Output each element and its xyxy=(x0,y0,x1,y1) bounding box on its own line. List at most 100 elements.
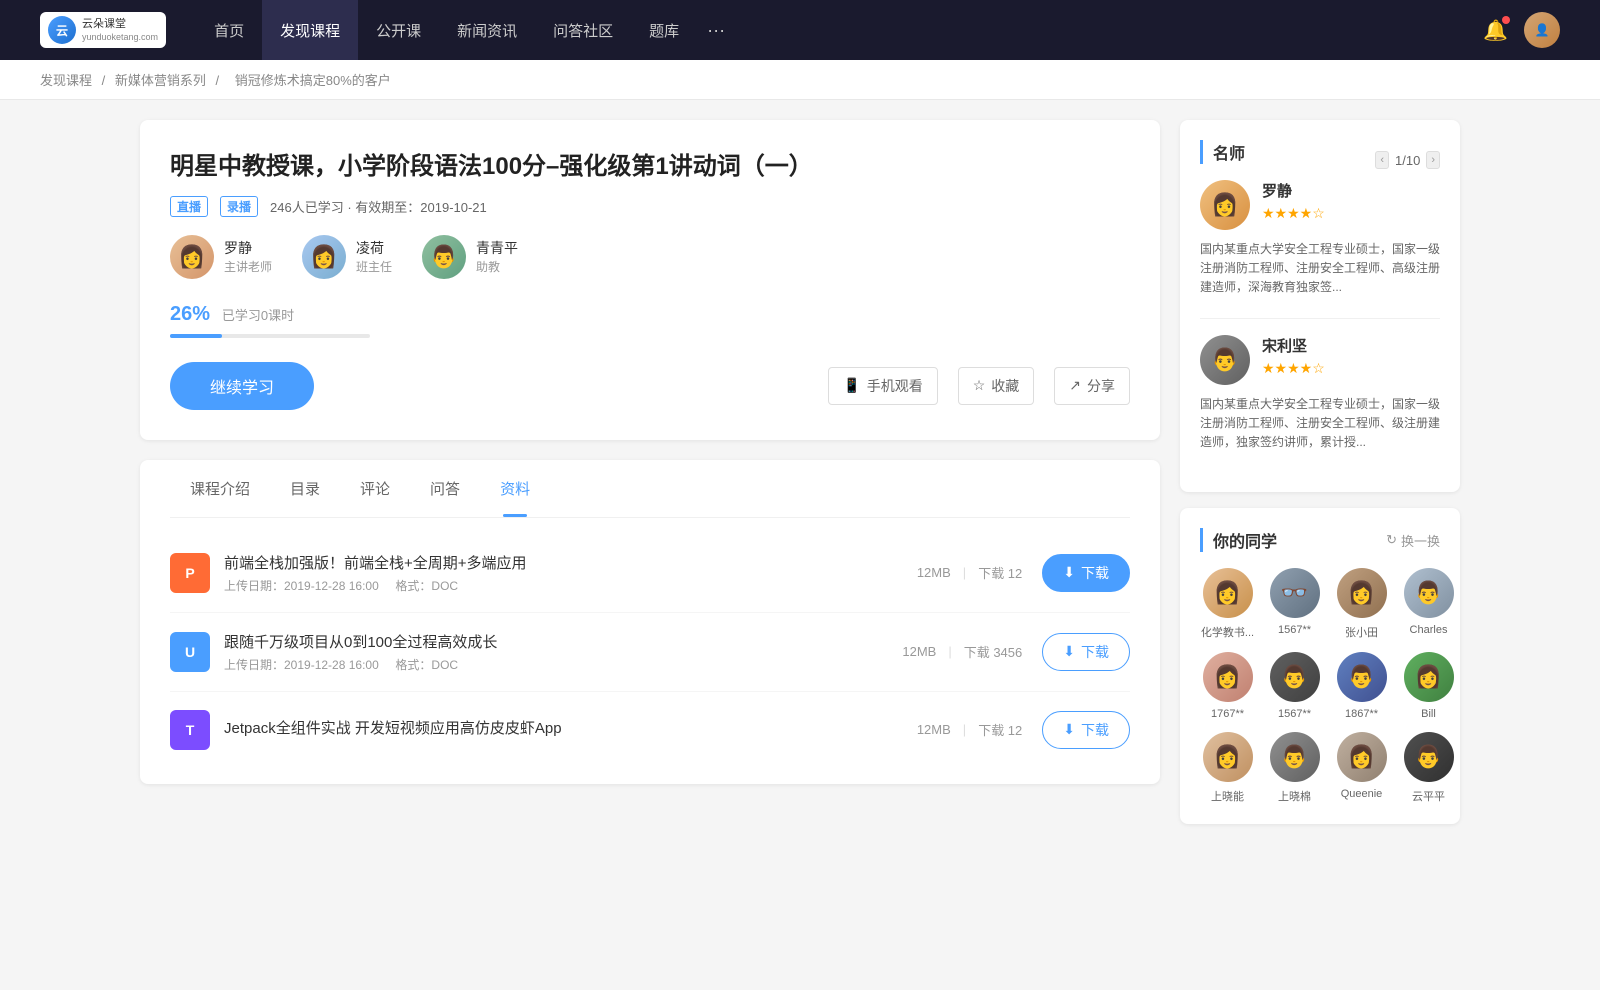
classmate-name-1: 化学教书... xyxy=(1200,624,1255,640)
phone-watch-button[interactable]: 📱 手机观看 xyxy=(828,367,937,405)
tp-name-2: 宋利坚 xyxy=(1262,335,1325,356)
classmate-10[interactable]: 👨 上晓棉 xyxy=(1267,732,1322,804)
navbar: 云 云朵课堂 yunduoketang.com 首页 发现课程 公开课 新闻资讯… xyxy=(0,0,1600,60)
classmate-face-8: 👩 xyxy=(1404,652,1454,702)
classmate-avatar-7: 👨 xyxy=(1337,652,1387,702)
tp-details-1: 罗静 ★★★★☆ xyxy=(1262,180,1325,222)
teachers-title-text: 名师 xyxy=(1213,140,1245,164)
nav-questions[interactable]: 题库 xyxy=(631,0,697,60)
user-avatar-nav[interactable]: 👤 xyxy=(1524,12,1560,48)
classmate-1[interactable]: 👩 化学教书... xyxy=(1200,568,1255,640)
phone-watch-label: 手机观看 xyxy=(867,376,923,396)
classmate-name-11: Queenie xyxy=(1334,788,1389,800)
classmate-2[interactable]: 👓 1567** xyxy=(1267,568,1322,640)
classmate-avatar-1: 👩 xyxy=(1203,568,1253,618)
resource-stats-3: 12MB | 下载 12 xyxy=(917,720,1022,739)
classmate-9[interactable]: 👩 上晓能 xyxy=(1200,732,1255,804)
format-2: 格式：DOC xyxy=(395,658,458,672)
classmate-name-7: 1867** xyxy=(1334,708,1389,720)
resource-info-3: Jetpack全组件实战 开发短视频应用高仿皮皮虾App xyxy=(224,717,917,742)
tab-qa[interactable]: 问答 xyxy=(410,460,480,517)
nav-more[interactable]: ··· xyxy=(697,20,735,41)
progress-percent: 26% xyxy=(170,303,210,325)
tab-catalog[interactable]: 目录 xyxy=(270,460,340,517)
classmate-avatar-10: 👨 xyxy=(1270,732,1320,782)
classmate-4[interactable]: 👨 Charles xyxy=(1401,568,1456,640)
logo-area[interactable]: 云 云朵课堂 yunduoketang.com xyxy=(40,12,166,48)
download-button-1[interactable]: ⬇ 下载 xyxy=(1042,554,1130,592)
teacher-profile-1: 👩 罗静 ★★★★☆ 国内某重点大学安全工程专业硕士，国家一级注册消防工程师、注… xyxy=(1200,180,1440,298)
teachers-sidebar-card: 名师 ‹ 1/10 › 👩 罗静 ★ xyxy=(1180,120,1460,492)
classmate-avatar-5: 👩 xyxy=(1203,652,1253,702)
classmate-name-8: Bill xyxy=(1401,708,1456,720)
refresh-button[interactable]: ↻ 换一换 xyxy=(1386,531,1440,550)
resource-stats-2: 12MB | 下载 3456 xyxy=(902,642,1022,661)
classmate-8[interactable]: 👩 Bill xyxy=(1401,652,1456,720)
upload-date-1: 上传日期：2019-12-28 16:00 xyxy=(224,579,379,593)
breadcrumb-series[interactable]: 新媒体营销系列 xyxy=(115,73,206,88)
classmate-avatar-3: 👩 xyxy=(1337,568,1387,618)
tab-intro[interactable]: 课程介绍 xyxy=(170,460,270,517)
classmates-grid: 👩 化学教书... 👓 1567** 👩 张小田 xyxy=(1200,568,1440,804)
nav-open[interactable]: 公开课 xyxy=(358,0,439,60)
classmate-6[interactable]: 👨 1567** xyxy=(1267,652,1322,720)
classmate-3[interactable]: 👩 张小田 xyxy=(1334,568,1389,640)
classmate-face-4: 👨 xyxy=(1404,568,1454,618)
classmate-avatar-4: 👨 xyxy=(1404,568,1454,618)
teacher-divider xyxy=(1200,318,1440,319)
tp-avatar-1: 👩 xyxy=(1200,180,1250,230)
badge-live: 直播 xyxy=(170,196,208,217)
teacher-profile-header-1: 👩 罗静 ★★★★☆ xyxy=(1200,180,1440,230)
classmates-card: 你的同学 ↻ 换一换 👩 化学教书... 👓 1567** xyxy=(1180,508,1460,824)
classmate-face-9: 👩 xyxy=(1203,732,1253,782)
breadcrumb: 发现课程 / 新媒体营销系列 / 销冠修炼术搞定80%的客户 xyxy=(0,60,1600,100)
tab-resource[interactable]: 资料 xyxy=(480,460,550,517)
classmate-name-3: 张小田 xyxy=(1334,624,1389,640)
classmate-face-6: 👨 xyxy=(1270,652,1320,702)
content-left: 明星中教授课，小学阶段语法100分–强化级第1讲动词（一） 直播 录播 246人… xyxy=(140,120,1160,840)
teacher-role-1: 主讲老师 xyxy=(224,258,272,275)
size-3: 12MB xyxy=(917,722,951,737)
classmate-avatar-12: 👨 xyxy=(1404,732,1454,782)
teacher-2: 👩 凌荷 班主任 xyxy=(302,235,392,279)
classmate-5[interactable]: 👩 1767** xyxy=(1200,652,1255,720)
tp-face-1: 👩 xyxy=(1200,180,1250,230)
classmate-face-12: 👨 xyxy=(1404,732,1454,782)
tp-name-1: 罗静 xyxy=(1262,180,1325,201)
teachers-pagination: ‹ 1/10 › xyxy=(1375,151,1440,169)
logo-box: 云 云朵课堂 yunduoketang.com xyxy=(40,12,166,48)
resource-info-1: 前端全栈加强版！前端全栈+全周期+多端应用 上传日期：2019-12-28 16… xyxy=(224,552,917,594)
breadcrumb-discover[interactable]: 发现课程 xyxy=(40,73,92,88)
teachers-prev-btn[interactable]: ‹ xyxy=(1375,151,1389,169)
bell-icon[interactable]: 🔔 xyxy=(1483,18,1508,43)
classmate-face-2: 👓 xyxy=(1270,568,1320,618)
teacher-1: 👩 罗静 主讲老师 xyxy=(170,235,272,279)
classmate-11[interactable]: 👩 Queenie xyxy=(1334,732,1389,804)
teacher-face-2: 👩 xyxy=(302,235,346,279)
teacher-avatar-1: 👩 xyxy=(170,235,214,279)
progress-bar-fill xyxy=(170,334,222,338)
action-buttons: 📱 手机观看 ☆ 收藏 ↗ 分享 xyxy=(828,367,1130,405)
resource-icon-2: U xyxy=(170,632,210,672)
classmate-12[interactable]: 👨 云平平 xyxy=(1401,732,1456,804)
tp-stars-1: ★★★★☆ xyxy=(1262,205,1325,222)
classmate-name-6: 1567** xyxy=(1267,708,1322,720)
nav-discover[interactable]: 发现课程 xyxy=(262,0,358,60)
nav-home[interactable]: 首页 xyxy=(196,0,262,60)
continue-button[interactable]: 继续学习 xyxy=(170,362,314,410)
collect-button[interactable]: ☆ 收藏 xyxy=(958,367,1035,405)
download-button-3[interactable]: ⬇ 下载 xyxy=(1042,711,1130,749)
teachers-next-btn[interactable]: › xyxy=(1426,151,1440,169)
classmate-7[interactable]: 👨 1867** xyxy=(1334,652,1389,720)
teacher-profile-header-2: 👨 宋利坚 ★★★★☆ xyxy=(1200,335,1440,385)
size-2: 12MB xyxy=(902,644,936,659)
share-button[interactable]: ↗ 分享 xyxy=(1054,367,1130,405)
nav-qa[interactable]: 问答社区 xyxy=(535,0,631,60)
page-total: 10 xyxy=(1406,153,1420,168)
tab-review[interactable]: 评论 xyxy=(340,460,410,517)
upload-date-2: 上传日期：2019-12-28 16:00 xyxy=(224,658,379,672)
course-actions: 继续学习 📱 手机观看 ☆ 收藏 ↗ 分享 xyxy=(170,362,1130,410)
tp-stars-2: ★★★★☆ xyxy=(1262,360,1325,377)
download-button-2[interactable]: ⬇ 下载 xyxy=(1042,633,1130,671)
nav-news[interactable]: 新闻资讯 xyxy=(439,0,535,60)
